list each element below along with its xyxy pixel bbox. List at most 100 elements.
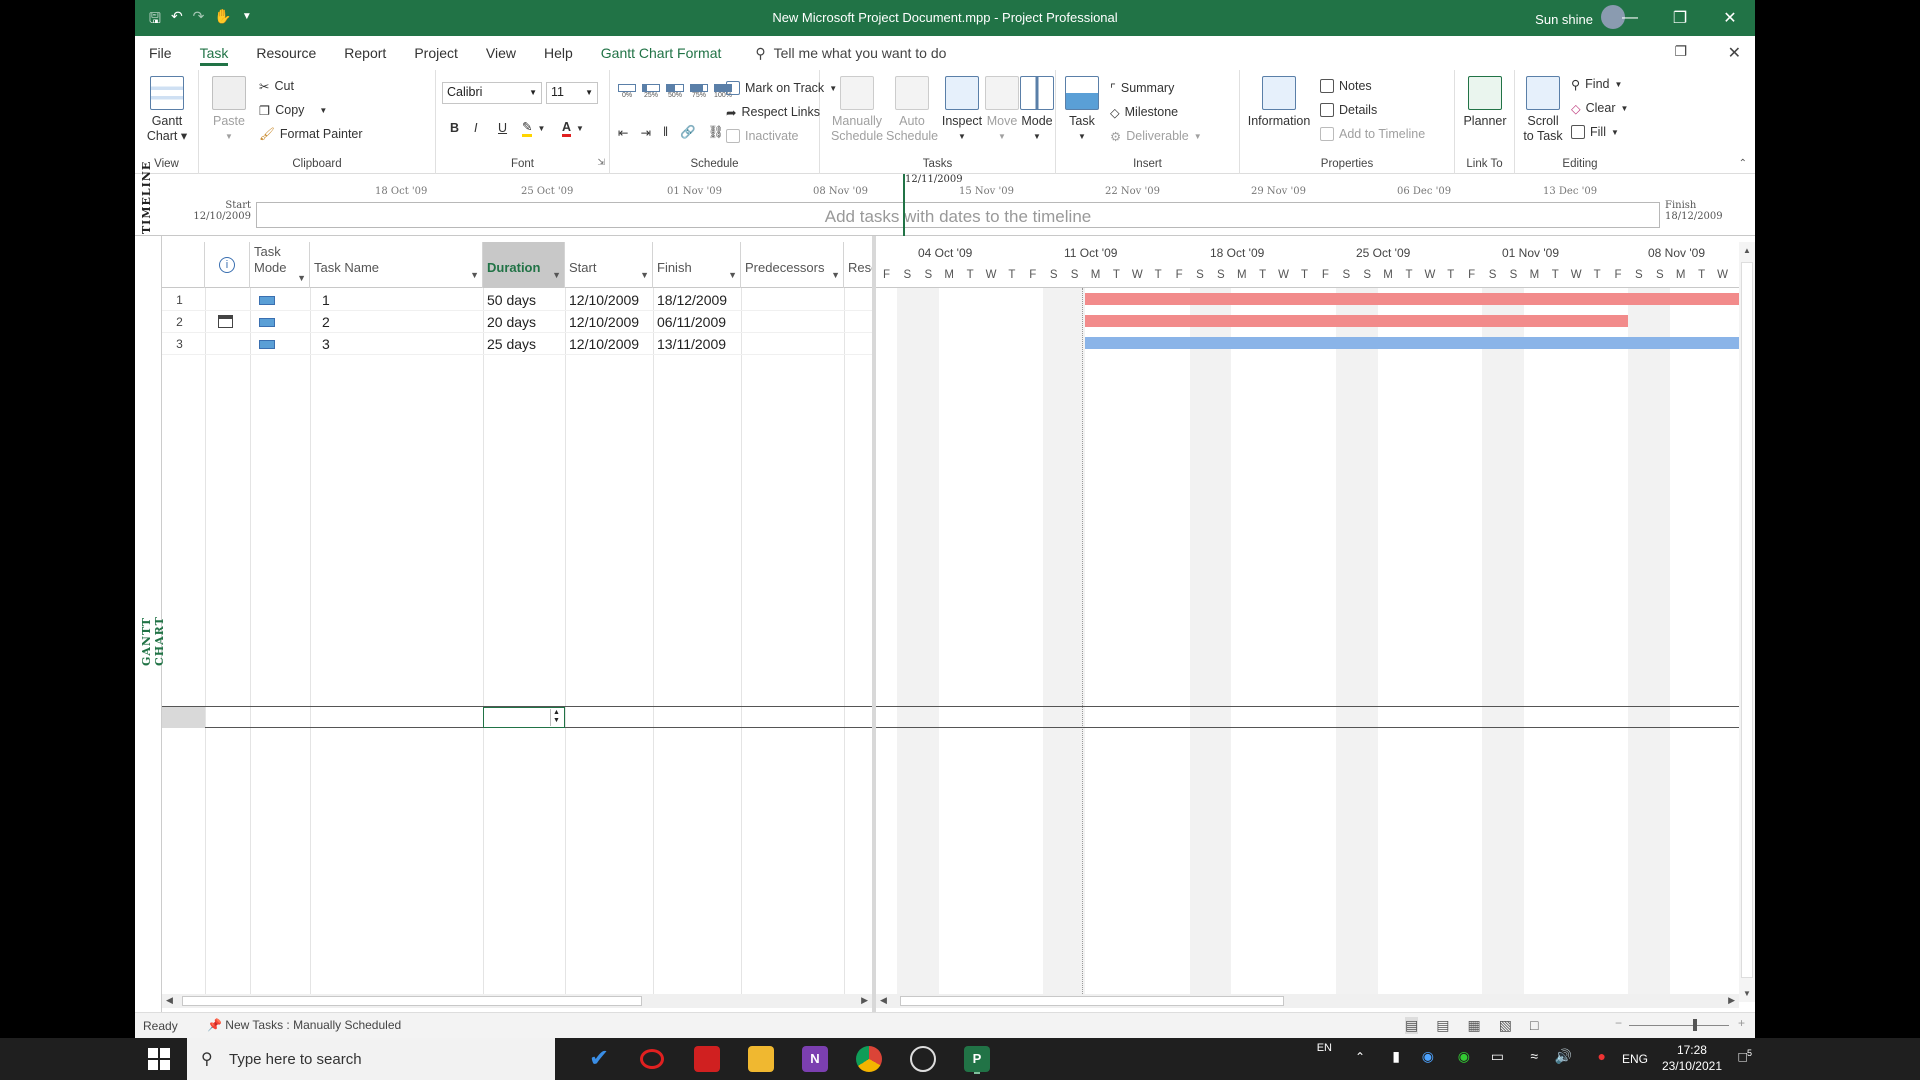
todo-app-icon[interactable]: ✔ (586, 1046, 612, 1072)
close-icon[interactable]: ✕ (1705, 0, 1755, 36)
task-bar[interactable] (1085, 337, 1739, 349)
filter-dropdown-icon[interactable]: ▼ (728, 270, 737, 280)
gantt-chart-button[interactable]: Gantt Chart ▾ (141, 74, 193, 144)
move-button[interactable]: Move ▼ (984, 74, 1020, 144)
scroll-right-icon[interactable]: ▶ (1728, 995, 1735, 1006)
select-all-header[interactable] (162, 242, 205, 288)
add-to-timeline-button[interactable]: Add to Timeline (1320, 124, 1425, 144)
tab-gantt-chart-format[interactable]: Gantt Chart Format (587, 36, 736, 70)
collapse-ribbon-icon[interactable]: ⌃ (1739, 158, 1747, 169)
information-button[interactable]: Information (1244, 74, 1314, 129)
resource-names-header[interactable]: Reso (844, 242, 872, 288)
vpn-icon[interactable]: ● (1598, 1048, 1606, 1064)
onenote-app-icon[interactable]: N (802, 1046, 828, 1072)
team-planner-icon[interactable]: ▦ (1467, 1017, 1480, 1034)
notification-icon[interactable]: □5 (1739, 1048, 1752, 1065)
row-number[interactable] (162, 707, 205, 728)
task-bar[interactable] (1085, 293, 1739, 305)
resource-sheet-icon[interactable]: ▧ (1499, 1017, 1512, 1034)
save-icon[interactable]: 🖫 (149, 8, 161, 32)
filter-dropdown-icon[interactable]: ▼ (552, 270, 561, 280)
scroll-to-task-button[interactable]: Scroll to Task (1519, 74, 1567, 144)
gantt-scroll-thumb[interactable] (900, 996, 1284, 1006)
volume-icon[interactable]: 🔊 (1555, 1048, 1572, 1065)
font-dialog-launcher-icon[interactable]: ⇲ (597, 157, 605, 168)
file-explorer-icon[interactable] (748, 1046, 774, 1072)
highlight-color-button[interactable]: ✎ ▼ (522, 118, 545, 138)
microphone-icon[interactable]: ▮ (1392, 1048, 1400, 1065)
scroll-up-icon[interactable]: ▲ (1739, 246, 1755, 255)
project-app-icon[interactable]: P (964, 1046, 990, 1072)
customize-qat-icon[interactable]: ▼ (242, 11, 252, 32)
chevron-up-icon[interactable]: ⌃ (1355, 1050, 1365, 1064)
finish-header[interactable]: Finish ▼ (653, 242, 741, 288)
active-edit-row[interactable]: ▲ ▼ (162, 706, 872, 728)
ribbon-restore-icon[interactable]: ❐ (1674, 43, 1687, 60)
tell-me-box[interactable]: ⚲ Tell me what you want to do (755, 45, 946, 62)
restore-icon[interactable]: ❐ (1655, 0, 1705, 36)
copy-button[interactable]: ❐ Copy ▼ (259, 100, 327, 120)
duration-cell[interactable]: 50 days (483, 289, 536, 311)
clear-button[interactable]: ◇ Clear ▼ (1571, 98, 1628, 118)
duration-cell[interactable]: 25 days (483, 333, 536, 355)
duration-spinner[interactable]: ▲ ▼ (550, 709, 562, 726)
task-name-cell[interactable]: 2 (314, 311, 330, 333)
start-cell[interactable]: 12/10/2009 (565, 289, 639, 311)
tab-report[interactable]: Report (330, 36, 400, 70)
wifi-icon[interactable]: ≈ (1530, 1048, 1538, 1064)
finish-cell[interactable]: 13/11/2009 (653, 333, 726, 355)
start-header[interactable]: Start ▼ (565, 242, 653, 288)
tab-project[interactable]: Project (400, 36, 472, 70)
report-icon[interactable]: □ (1530, 1017, 1538, 1034)
paste-button[interactable]: Paste ▼ (209, 74, 249, 144)
finish-cell[interactable]: 18/12/2009 (653, 289, 727, 311)
finish-cell[interactable]: 06/11/2009 (653, 311, 726, 333)
font-size-select[interactable]: 11 ▼ (546, 82, 598, 104)
filter-dropdown-icon[interactable]: ▼ (470, 270, 479, 280)
input-language-short[interactable]: EN (1317, 1042, 1332, 1054)
table-horizontal-scrollbar[interactable]: ◀ ▶ (162, 994, 872, 1008)
percent-50-button[interactable]: 50% (666, 84, 684, 99)
filter-dropdown-icon[interactable]: ▼ (640, 270, 649, 280)
insert-task-button[interactable]: Task ▼ (1060, 74, 1104, 144)
details-button[interactable]: Details (1320, 100, 1377, 120)
new-tasks-mode[interactable]: 📌 New Tasks : Manually Scheduled (207, 1018, 401, 1032)
minimize-icon[interactable]: — (1605, 0, 1655, 36)
clock-app-icon[interactable] (910, 1046, 936, 1072)
notes-button[interactable]: Notes (1320, 76, 1372, 96)
split-icon[interactable]: ‖ (663, 125, 668, 139)
start-cell[interactable]: 12/10/2009 (565, 333, 639, 355)
zoom-slider[interactable]: − + (1615, 1016, 1745, 1032)
task-name-cell[interactable]: 3 (314, 333, 330, 355)
filter-dropdown-icon[interactable]: ▼ (831, 270, 840, 280)
touch-mode-icon[interactable]: ✋ (214, 8, 231, 32)
tab-help[interactable]: Help (530, 36, 587, 70)
clock[interactable]: 17:28 23/10/2021 (1662, 1042, 1722, 1074)
gantt-horizontal-scrollbar[interactable]: ◀ ▶ (876, 994, 1739, 1008)
scroll-left-icon[interactable]: ◀ (166, 995, 173, 1006)
indicators-header[interactable]: i (205, 242, 250, 288)
task-mode-header[interactable]: Task Mode ▼ (250, 242, 310, 288)
link-icon[interactable]: 🔗 (680, 125, 696, 140)
wechat-icon[interactable]: ◉ (1458, 1048, 1470, 1065)
row-number[interactable]: 1 (162, 289, 197, 311)
tab-file[interactable]: File (135, 36, 186, 70)
start-cell[interactable]: 12/10/2009 (565, 311, 639, 333)
outdent-icon[interactable]: ⇤ (618, 125, 628, 140)
filter-dropdown-icon[interactable]: ▼ (297, 270, 306, 286)
milestone-button[interactable]: ◇ Milestone (1110, 102, 1178, 122)
bold-button[interactable]: B (450, 118, 459, 138)
percent-25-button[interactable]: 25% (642, 84, 660, 99)
percent-75-button[interactable]: 75% (690, 84, 708, 99)
table-scroll-thumb[interactable] (182, 996, 642, 1006)
fill-button[interactable]: Fill ▼ (1571, 122, 1619, 142)
redo-icon[interactable]: ↷ (193, 8, 205, 32)
duration-header[interactable]: Duration ▼ (483, 242, 565, 288)
manually-schedule-button[interactable]: Manually Schedule (828, 74, 886, 144)
document-close-icon[interactable]: ✕ (1728, 43, 1741, 63)
indent-icon[interactable]: ⇥ (640, 125, 650, 140)
row-number[interactable]: 2 (162, 311, 197, 333)
foxit-app-icon[interactable] (694, 1046, 720, 1072)
italic-button[interactable]: I (474, 118, 477, 138)
network-app-icon[interactable]: ◉ (1422, 1048, 1434, 1065)
